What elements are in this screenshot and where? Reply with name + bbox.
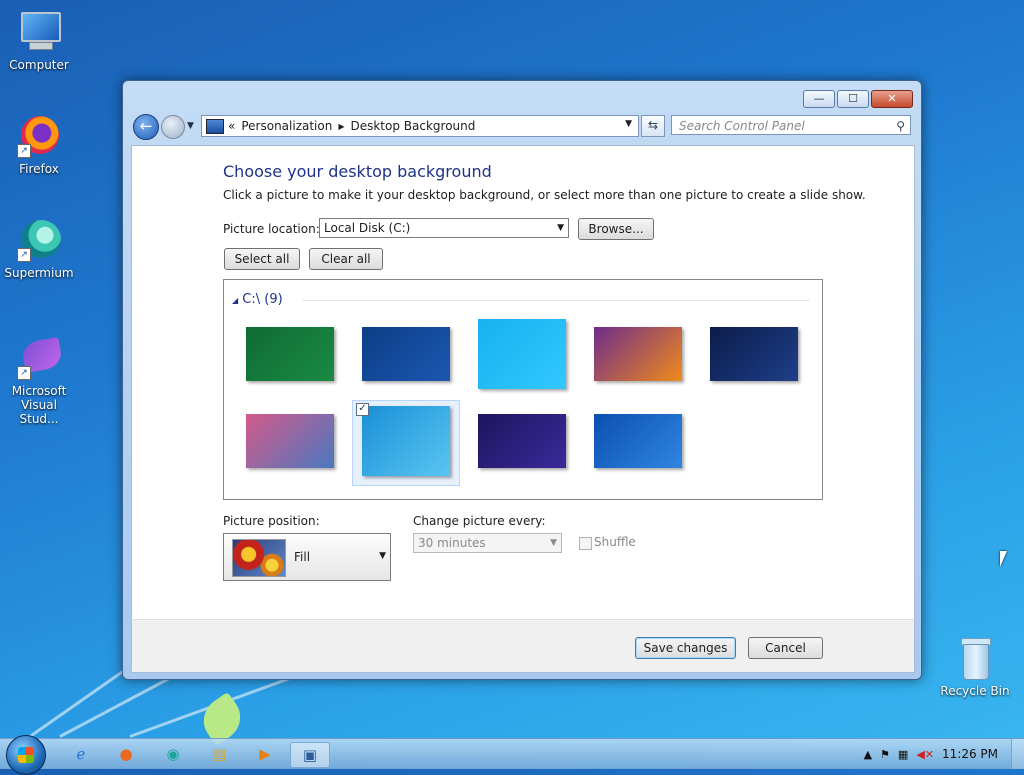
volume-muted-icon[interactable]: ◀✕	[916, 748, 934, 761]
recycle-bin-icon	[951, 636, 999, 680]
group-divider	[302, 300, 810, 301]
browse-button[interactable]: Browse...	[578, 218, 654, 240]
cancel-button[interactable]: Cancel	[748, 637, 823, 659]
mouse-cursor-icon	[1000, 551, 1007, 567]
change-picture-select[interactable]: 30 minutes ▼	[413, 533, 562, 553]
shortcut-arrow-icon: ↗	[17, 144, 31, 158]
show-desktop-button[interactable]	[1011, 739, 1024, 769]
breadcrumb-personalization[interactable]: Personalization	[241, 119, 332, 133]
thumbnail-checkbox[interactable]: ✓	[356, 403, 369, 416]
desktop-icon-visual-studio[interactable]: ↗ Microsoft Visual Stud...	[1, 336, 77, 426]
taskbar: ℯ ● ◉ ▤ ▶ ▣ ▲ ⚑ ▦ ◀✕ 11:26 PM	[0, 735, 1024, 775]
clear-all-button[interactable]: Clear all	[309, 248, 383, 270]
picture-location-label: Picture location:	[223, 222, 320, 236]
desktop-background-window: — ☐ ✕ ← ▼ « Personalization ▶ Desktop Ba…	[122, 80, 922, 680]
supermium-icon: ↗	[15, 218, 63, 262]
desktop-icon-label: Firefox	[19, 162, 59, 176]
desktop-icon-label: Supermium	[4, 266, 74, 280]
address-dropdown-icon[interactable]: ▼	[625, 119, 632, 129]
internet-explorer-icon[interactable]: ℯ	[62, 742, 100, 766]
visual-studio-icon: ↗	[15, 336, 64, 380]
picture-gallery: ◢ C:\ (9) ✓	[223, 279, 823, 500]
shortcut-arrow-icon: ↗	[17, 248, 31, 262]
shortcut-arrow-icon: ↗	[17, 366, 31, 380]
desktop-icon-supermium[interactable]: ↗ Supermium	[1, 218, 77, 280]
gallery-group-label: C:\ (9)	[242, 292, 283, 307]
refresh-button[interactable]: ⇆	[641, 115, 665, 137]
search-placeholder: Search Control Panel	[679, 119, 805, 133]
shuffle-checkbox[interactable]	[579, 537, 592, 550]
desktop-icon-label: Recycle Bin	[940, 684, 1010, 698]
desktop-icon-label: Computer	[9, 58, 69, 72]
forward-button[interactable]	[161, 115, 185, 139]
recent-pages-dropdown[interactable]: ▼	[187, 121, 194, 131]
wallpaper-thumbnail[interactable]	[710, 327, 798, 381]
control-panel-icon	[206, 118, 224, 134]
wallpaper-thumbnail[interactable]	[246, 414, 334, 468]
breadcrumb-overflow[interactable]: «	[228, 119, 235, 133]
picture-position-select[interactable]: Fill ▼	[223, 533, 391, 581]
address-bar[interactable]: « Personalization ▶ Desktop Background ▼	[201, 115, 639, 137]
supermium-taskbar-icon[interactable]: ◉	[154, 742, 192, 766]
picture-position-value: Fill	[294, 550, 311, 564]
desktop-icon-label: Microsoft Visual Stud...	[11, 384, 67, 426]
caption-buttons: — ☐ ✕	[801, 90, 913, 108]
collapse-triangle-icon: ◢	[232, 296, 239, 305]
picture-location-value: Local Disk (C:)	[324, 221, 411, 235]
maximize-button[interactable]: ☐	[837, 90, 869, 108]
gallery-group-header[interactable]: ◢ C:\ (9)	[232, 292, 283, 307]
minimize-button[interactable]: —	[803, 90, 835, 108]
firefox-icon: ↗	[15, 114, 63, 158]
clock[interactable]: 11:26 PM	[942, 747, 998, 761]
select-all-button[interactable]: Select all	[224, 248, 300, 270]
shuffle-label: Shuffle	[594, 535, 636, 549]
wallpaper-thumbnail[interactable]	[362, 406, 450, 476]
change-picture-value: 30 minutes	[418, 536, 486, 550]
file-explorer-icon[interactable]: ▤	[200, 742, 238, 766]
search-icon[interactable]: ⚲	[896, 116, 905, 136]
picture-position-preview	[232, 539, 286, 577]
system-tray: ▲ ⚑ ▦ ◀✕ 11:26 PM	[864, 739, 1024, 769]
desktop-icon-computer[interactable]: Computer	[1, 10, 77, 72]
wallpaper-thumbnail[interactable]	[246, 327, 334, 381]
chevron-down-icon: ▼	[550, 538, 557, 548]
wallpaper-thumbnail[interactable]	[594, 327, 682, 381]
media-player-icon[interactable]: ▶	[246, 742, 284, 766]
breadcrumb-desktop-background[interactable]: Desktop Background	[350, 119, 475, 133]
picture-position-label: Picture position:	[223, 514, 320, 528]
wallpaper-thumbnail[interactable]	[478, 414, 566, 468]
show-hidden-icons-icon[interactable]: ▲	[864, 748, 872, 761]
chevron-down-icon: ▼	[379, 551, 386, 561]
wallpaper-thumbnail[interactable]	[594, 414, 682, 468]
firefox-taskbar-icon[interactable]: ●	[107, 742, 145, 766]
picture-location-select[interactable]: Local Disk (C:) ▼	[319, 218, 569, 238]
chevron-down-icon: ▼	[557, 223, 564, 233]
search-input[interactable]: Search Control Panel ⚲	[671, 115, 911, 135]
desktop-icon-firefox[interactable]: ↗ Firefox	[1, 114, 77, 176]
action-center-flag-icon[interactable]: ⚑	[880, 748, 890, 761]
footer-bar: Save changes Cancel	[131, 619, 915, 673]
breadcrumb-arrow-icon[interactable]: ▶	[338, 122, 344, 131]
back-button[interactable]: ←	[133, 114, 159, 140]
wallpaper-thumbnail[interactable]	[478, 319, 566, 389]
content-pane: Choose your desktop background Click a p…	[131, 145, 915, 621]
wallpaper-thumbnail[interactable]	[362, 327, 450, 381]
close-button[interactable]: ✕	[871, 90, 913, 108]
desktop-icon-recycle-bin[interactable]: Recycle Bin	[937, 636, 1013, 698]
network-icon[interactable]: ▦	[898, 748, 908, 761]
control-panel-taskbar-icon[interactable]: ▣	[290, 742, 330, 768]
start-button[interactable]	[6, 735, 46, 775]
page-title: Choose your desktop background	[223, 162, 492, 181]
windows-logo-icon	[18, 747, 34, 763]
save-changes-button[interactable]: Save changes	[635, 637, 736, 659]
computer-icon	[15, 10, 63, 54]
change-picture-label: Change picture every:	[413, 514, 546, 528]
page-subtitle: Click a picture to make it your desktop …	[223, 188, 866, 202]
